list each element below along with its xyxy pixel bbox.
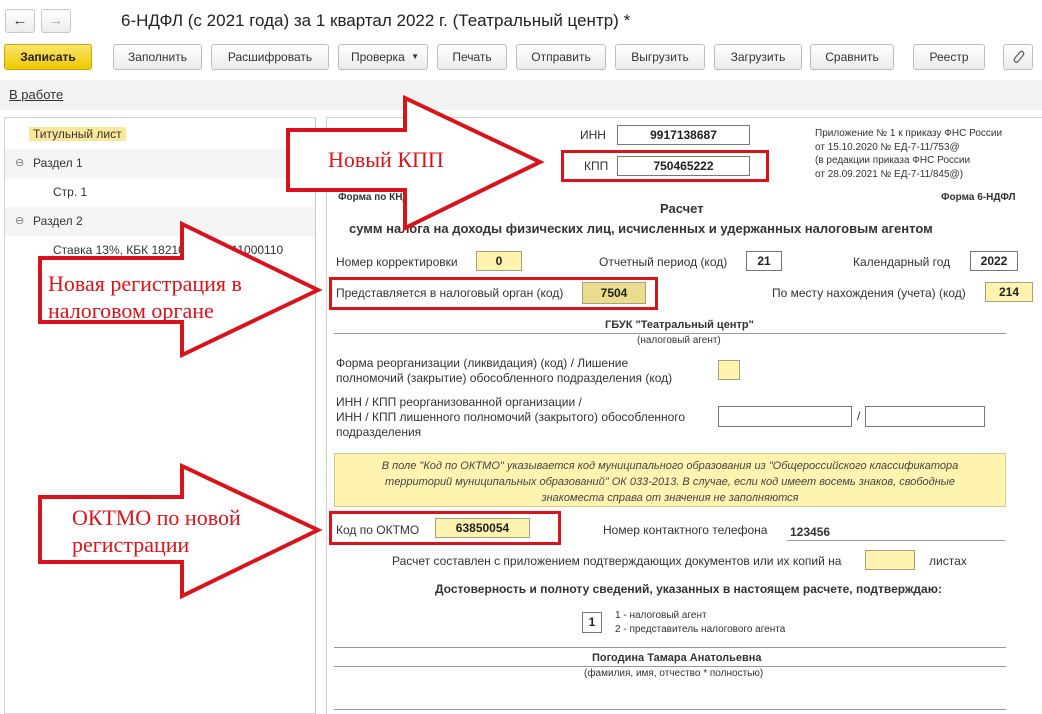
- annotation-layer: [38, 94, 545, 600]
- annotation-new-registration: Новая регистрация в налоговом органе: [48, 271, 242, 323]
- kpp-highlight-frame: [561, 150, 769, 182]
- annotation-oktmo: ОКТМО по новой регистрации: [72, 505, 241, 557]
- annotation-new-kpp: Новый КПП: [328, 147, 444, 172]
- tax-authority-highlight-frame: [329, 277, 658, 310]
- oktmo-highlight-frame: [329, 511, 561, 545]
